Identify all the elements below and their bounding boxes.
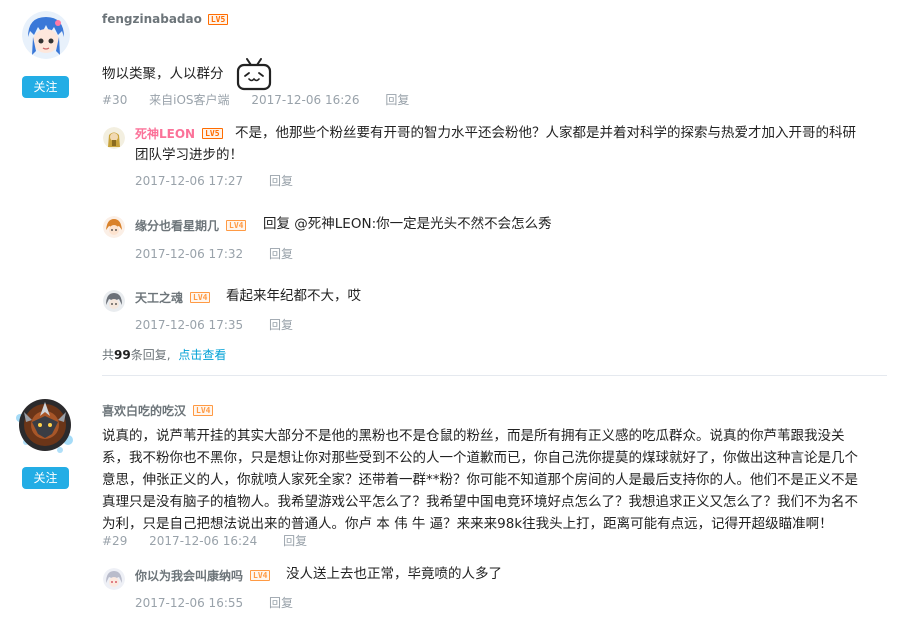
timestamp: 2017-12-06 16:26 <box>251 93 360 107</box>
reply-username[interactable]: 缘分也看星期几 <box>135 217 219 234</box>
reply-button[interactable]: 回复 <box>385 93 409 107</box>
user-avatar[interactable] <box>22 11 70 59</box>
comment-meta: #29 2017-12-06 16:24 回复 <box>102 532 307 549</box>
timestamp: 2017-12-06 16:55 <box>135 596 244 610</box>
timestamp: 2017-12-06 17:32 <box>135 247 244 261</box>
reply-meta: 2017-12-06 17:27 回复 <box>135 172 293 189</box>
reply-header: 死神LEON LV5 <box>135 124 223 142</box>
reply-header: 你以为我会叫康纳吗 LV4 <box>135 566 271 584</box>
reply-text: 看起来年纪都不大，哎 <box>226 288 361 304</box>
reply-header: 缘分也看星期几 LV4 <box>135 216 247 234</box>
comment-header: fengzinabadao LV5 <box>102 10 229 28</box>
reply-text: 不是，他那些个粉丝要有开哥的智力水平还会粉他？人家都是并着对科学的探索与热爱才加… <box>235 125 856 141</box>
reply-avatar[interactable] <box>103 127 125 149</box>
timestamp: 2017-12-06 17:35 <box>135 318 244 332</box>
floor-number: #30 <box>102 93 128 107</box>
reply-meta: 2017-12-06 16:55 回复 <box>135 594 293 611</box>
reply-button[interactable]: 回复 <box>269 174 293 188</box>
user-avatar[interactable] <box>12 392 78 458</box>
level-badge: LV4 <box>193 404 214 416</box>
reply-avatar[interactable] <box>103 568 125 590</box>
tv-face-emoji-icon <box>236 57 272 91</box>
username[interactable]: fengzinabadao <box>102 12 202 26</box>
level-badge: LV5 <box>202 127 223 139</box>
reply-text-continued: 团队学习进步的！ <box>135 147 243 163</box>
reply-text: 回复 @死神LEON:你一定是光头不然不会怎么秀 <box>263 216 552 232</box>
reply-username[interactable]: 你以为我会叫康纳吗 <box>135 567 243 584</box>
reply-header: 天工之魂 LV4 <box>135 288 211 306</box>
level-badge: LV4 <box>190 291 211 303</box>
comment-divider <box>102 375 887 376</box>
reply-button[interactable]: 回复 <box>269 247 293 261</box>
view-more-replies: 共99条回复, 点击查看 <box>102 348 227 362</box>
reply-username[interactable]: 死神LEON <box>135 125 195 142</box>
comment-text: 说真的，说芦苇开挂的其实大部分不是他的黑粉也不是仓鼠的粉丝，而是所有拥有正义感的… <box>102 428 858 532</box>
comment-header: 喜欢白吃的吃汉 LV4 <box>102 401 214 419</box>
reply-button[interactable]: 回复 <box>283 534 307 548</box>
source-label: 来自iOS客户端 <box>149 93 230 107</box>
reply-button[interactable]: 回复 <box>269 596 293 610</box>
reply-button[interactable]: 回复 <box>269 318 293 332</box>
reply-avatar[interactable] <box>103 216 125 238</box>
reply-count: 99 <box>114 348 131 362</box>
timestamp: 2017-12-06 17:27 <box>135 174 244 188</box>
comment-meta: #30 来自iOS客户端 2017-12-06 16:26 回复 <box>102 91 409 108</box>
timestamp: 2017-12-06 16:24 <box>149 534 258 548</box>
username[interactable]: 喜欢白吃的吃汉 <box>102 402 186 419</box>
reply-meta: 2017-12-06 17:35 回复 <box>135 316 293 333</box>
level-badge: LV5 <box>207 13 229 25</box>
follow-button[interactable]: 关注 <box>22 76 69 98</box>
comment-text: 物以类聚，人以群分 <box>102 58 272 91</box>
follow-button[interactable]: 关注 <box>22 467 69 489</box>
view-more-link[interactable]: 点击查看 <box>178 348 226 362</box>
reply-text: 没人送上去也正常，毕竟喷的人多了 <box>286 566 502 582</box>
floor-number: #29 <box>102 534 128 548</box>
reply-username[interactable]: 天工之魂 <box>135 289 183 306</box>
reply-avatar[interactable] <box>103 290 125 312</box>
level-badge: LV4 <box>226 219 247 231</box>
reply-meta: 2017-12-06 17:32 回复 <box>135 245 293 262</box>
level-badge: LV4 <box>250 569 271 581</box>
